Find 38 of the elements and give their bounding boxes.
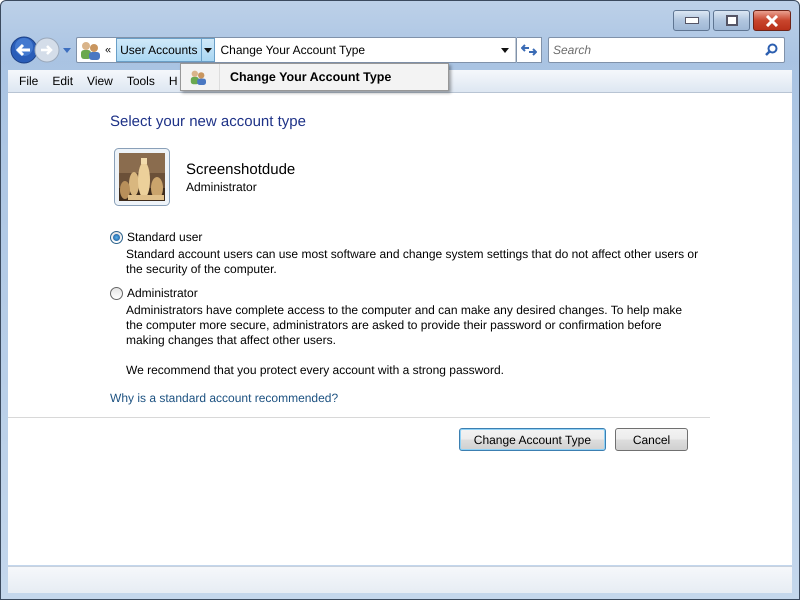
- account-type: Administrator: [186, 180, 258, 194]
- users-icon: [79, 40, 101, 60]
- users-icon: [189, 69, 207, 85]
- menu-item[interactable]: Tools: [120, 74, 162, 88]
- radio-icon[interactable]: [110, 230, 123, 244]
- radio-icon[interactable]: [110, 286, 123, 300]
- dialog-button[interactable]: Change Account Type: [458, 428, 606, 451]
- menu-item[interactable]: Change Your Account Type: [181, 64, 448, 90]
- maximize-button[interactable]: [713, 10, 750, 31]
- search-field[interactable]: Search: [548, 37, 785, 63]
- help-link[interactable]: Why is a standard account recommended?: [110, 391, 338, 405]
- history-dropdown-icon[interactable]: [62, 46, 72, 54]
- overflow-chevron[interactable]: «: [105, 44, 112, 56]
- caret-icon: [204, 48, 212, 52]
- address-text: Change Your Account Type: [220, 43, 366, 57]
- refresh-icon: [521, 43, 537, 57]
- menu-item[interactable]: Edit: [45, 74, 80, 88]
- search-icon[interactable]: [764, 43, 778, 57]
- radio-button[interactable]: Standard user: [110, 230, 710, 244]
- menu-item[interactable]: File: [12, 74, 46, 88]
- breadcrumb-dropdown-button[interactable]: [202, 38, 214, 62]
- close-icon: [765, 14, 779, 26]
- minimize-button[interactable]: [673, 10, 710, 31]
- breadcrumb-button[interactable]: User Accounts: [116, 38, 202, 62]
- option-description: Administrators have complete access to the computer and can make any desired changes. To help make the computer more secure, administrators are asked to provide their password or confirmation before making changes that affect other users.: [126, 303, 684, 348]
- account-name: Screenshotdude: [186, 160, 296, 178]
- radio-button[interactable]: Administrator: [110, 286, 710, 300]
- forward-button[interactable]: [34, 37, 60, 63]
- option-description: We recommend that you protect every account with a strong password.: [126, 363, 505, 378]
- page-heading: Select your new account type: [110, 113, 307, 130]
- close-button[interactable]: [753, 10, 791, 31]
- option-description: Standard account users can use most software and change system settings that do not affect other users or the security of the computer.: [126, 247, 700, 277]
- back-button[interactable]: [10, 36, 38, 64]
- caret-icon: [501, 48, 509, 52]
- dialog-button[interactable]: Cancel: [615, 428, 688, 451]
- menu-item[interactable]: View: [80, 74, 120, 88]
- address-bar[interactable]: « User Accounts Change Your Account Type: [76, 37, 517, 63]
- refresh-button[interactable]: [517, 37, 542, 63]
